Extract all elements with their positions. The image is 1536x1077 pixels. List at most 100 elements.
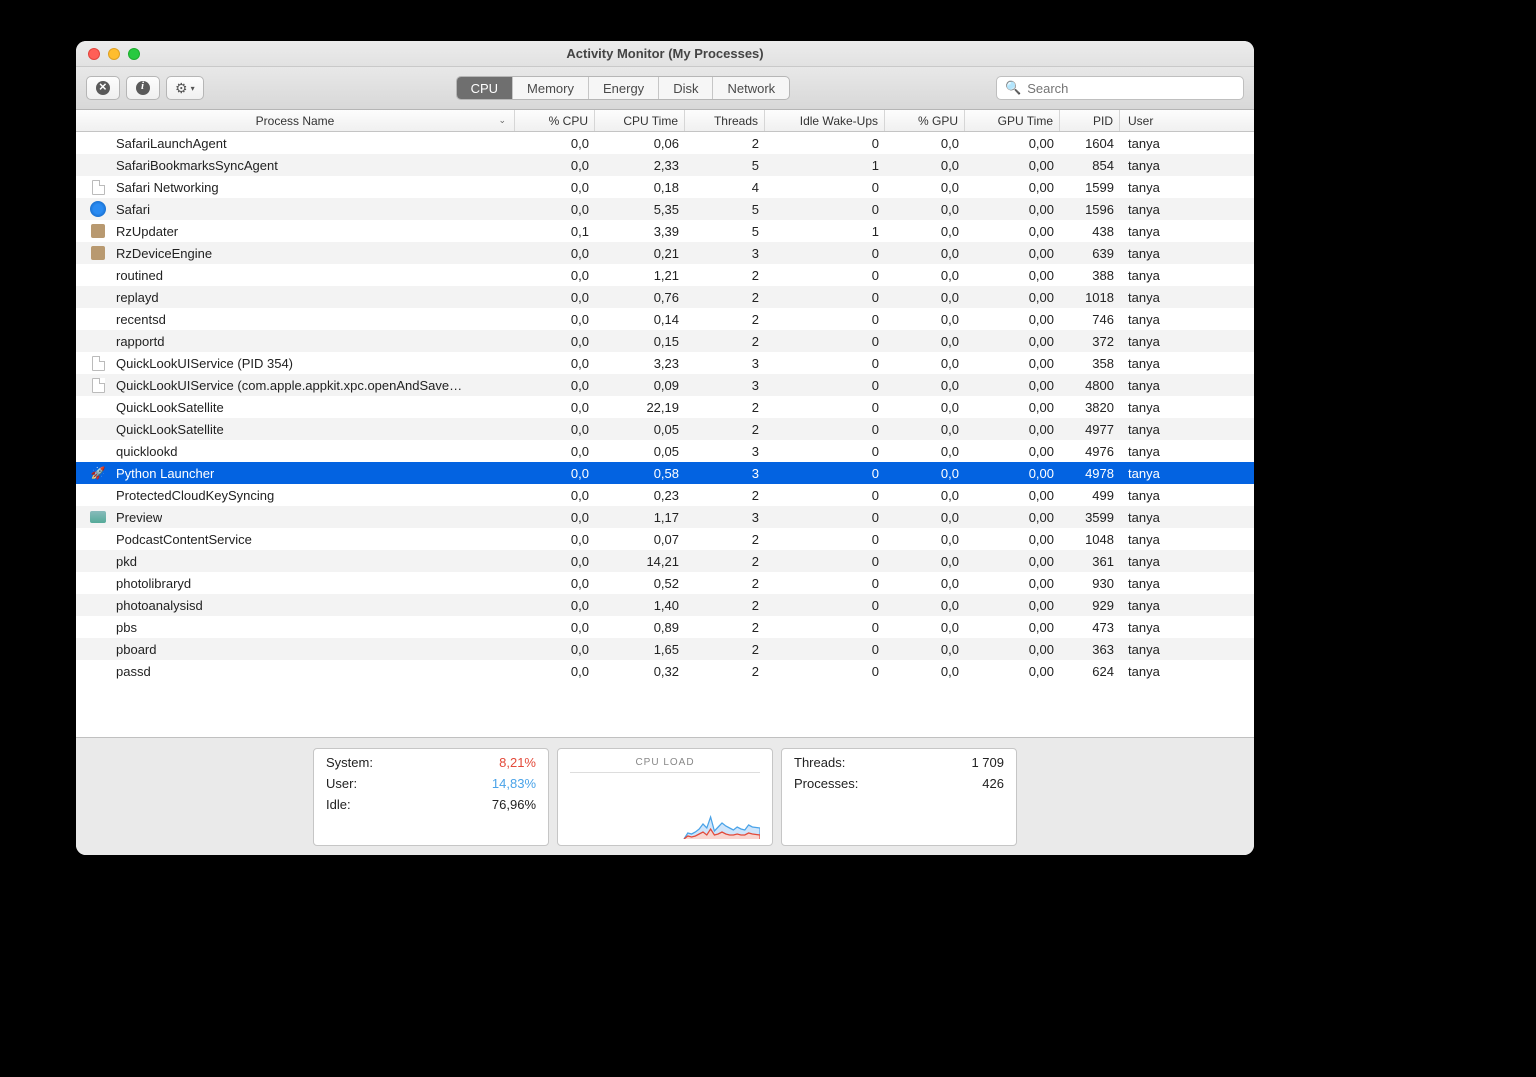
pid-cell: 929: [1060, 598, 1120, 613]
cpu-time-cell: 3,39: [595, 224, 685, 239]
inspect-process-button[interactable]: [126, 76, 160, 100]
process-name: QuickLookSatellite: [116, 422, 224, 437]
process-table[interactable]: SafariLaunchAgent0,00,06200,00,001604tan…: [76, 132, 1254, 737]
column-gpu-time[interactable]: GPU Time: [965, 110, 1060, 131]
cpu-time-cell: 3,23: [595, 356, 685, 371]
user-cell: tanya: [1120, 268, 1254, 283]
processes-value: 426: [982, 776, 1004, 791]
tab-energy[interactable]: Energy: [589, 77, 659, 99]
table-row[interactable]: QuickLookUIService (com.apple.appkit.xpc…: [76, 374, 1254, 396]
threads-cell: 3: [685, 246, 765, 261]
table-row[interactable]: RzUpdater0,13,39510,00,00438tanya: [76, 220, 1254, 242]
cpu-time-cell: 0,14: [595, 312, 685, 327]
pid-cell: 4976: [1060, 444, 1120, 459]
column-cpu-time[interactable]: CPU Time: [595, 110, 685, 131]
table-row[interactable]: 🚀Python Launcher0,00,58300,00,004978tany…: [76, 462, 1254, 484]
pid-cell: 4978: [1060, 466, 1120, 481]
pct-cpu-cell: 0,0: [515, 378, 595, 393]
user-cell: tanya: [1120, 290, 1254, 305]
search-input[interactable]: [1027, 81, 1235, 96]
pct-cpu-cell: 0,0: [515, 356, 595, 371]
wake-cell: 0: [765, 136, 885, 151]
process-name: SafariLaunchAgent: [116, 136, 227, 151]
table-row[interactable]: recentsd0,00,14200,00,00746tanya: [76, 308, 1254, 330]
threads-cell: 2: [685, 554, 765, 569]
threads-cell: 2: [685, 290, 765, 305]
info-icon: [136, 81, 150, 95]
process-name: photoanalysisd: [116, 598, 203, 613]
tab-memory[interactable]: Memory: [513, 77, 589, 99]
pct-cpu-cell: 0,0: [515, 246, 595, 261]
gpu-time-cell: 0,00: [965, 576, 1060, 591]
wake-cell: 0: [765, 400, 885, 415]
stop-process-button[interactable]: [86, 76, 120, 100]
column-pct-gpu[interactable]: % GPU: [885, 110, 965, 131]
table-row[interactable]: QuickLookSatellite0,022,19200,00,003820t…: [76, 396, 1254, 418]
gpu-time-cell: 0,00: [965, 334, 1060, 349]
table-row[interactable]: photolibraryd0,00,52200,00,00930tanya: [76, 572, 1254, 594]
tab-disk[interactable]: Disk: [659, 77, 713, 99]
wake-cell: 0: [765, 532, 885, 547]
table-row[interactable]: replayd0,00,76200,00,001018tanya: [76, 286, 1254, 308]
table-row[interactable]: ProtectedCloudKeySyncing0,00,23200,00,00…: [76, 484, 1254, 506]
table-row[interactable]: RzDeviceEngine0,00,21300,00,00639tanya: [76, 242, 1254, 264]
gpu-time-cell: 0,00: [965, 224, 1060, 239]
pct-gpu-cell: 0,0: [885, 246, 965, 261]
cpu-load-label: CPU LOAD: [570, 757, 760, 773]
column-process-name[interactable]: Process Name⌄: [76, 110, 515, 131]
cpu-time-cell: 0,15: [595, 334, 685, 349]
user-cell: tanya: [1120, 532, 1254, 547]
table-row[interactable]: rapportd0,00,15200,00,00372tanya: [76, 330, 1254, 352]
table-row[interactable]: QuickLookSatellite0,00,05200,00,004977ta…: [76, 418, 1254, 440]
user-cell: tanya: [1120, 598, 1254, 613]
threads-cell: 3: [685, 510, 765, 525]
cpu-time-cell: 0,52: [595, 576, 685, 591]
table-row[interactable]: Safari0,05,35500,00,001596tanya: [76, 198, 1254, 220]
search-field[interactable]: 🔍: [996, 76, 1244, 100]
pid-cell: 4800: [1060, 378, 1120, 393]
gpu-time-cell: 0,00: [965, 246, 1060, 261]
gpu-time-cell: 0,00: [965, 202, 1060, 217]
pid-cell: 1048: [1060, 532, 1120, 547]
column-user[interactable]: User: [1120, 110, 1254, 131]
column-threads[interactable]: Threads: [685, 110, 765, 131]
table-row[interactable]: routined0,01,21200,00,00388tanya: [76, 264, 1254, 286]
pct-cpu-cell: 0,0: [515, 664, 595, 679]
table-row[interactable]: Safari Networking0,00,18400,00,001599tan…: [76, 176, 1254, 198]
threads-cell: 2: [685, 664, 765, 679]
wake-cell: 0: [765, 246, 885, 261]
cpu-time-cell: 5,35: [595, 202, 685, 217]
user-cell: tanya: [1120, 356, 1254, 371]
system-value: 8,21%: [499, 755, 536, 770]
table-row[interactable]: SafariLaunchAgent0,00,06200,00,001604tan…: [76, 132, 1254, 154]
threads-cell: 2: [685, 576, 765, 591]
wake-cell: 0: [765, 180, 885, 195]
table-row[interactable]: pboard0,01,65200,00,00363tanya: [76, 638, 1254, 660]
pid-cell: 4977: [1060, 422, 1120, 437]
gpu-time-cell: 0,00: [965, 598, 1060, 613]
table-row[interactable]: QuickLookUIService (PID 354)0,03,23300,0…: [76, 352, 1254, 374]
process-name: RzDeviceEngine: [116, 246, 212, 261]
user-cell: tanya: [1120, 136, 1254, 151]
table-row[interactable]: passd0,00,32200,00,00624tanya: [76, 660, 1254, 682]
tab-network[interactable]: Network: [713, 77, 789, 99]
table-row[interactable]: pkd0,014,21200,00,00361tanya: [76, 550, 1254, 572]
pid-cell: 1604: [1060, 136, 1120, 151]
pct-gpu-cell: 0,0: [885, 290, 965, 305]
process-name: Safari Networking: [116, 180, 219, 195]
column-idle-wake-ups[interactable]: Idle Wake-Ups: [765, 110, 885, 131]
column-pct-cpu[interactable]: % CPU: [515, 110, 595, 131]
user-cell: tanya: [1120, 554, 1254, 569]
table-row[interactable]: quicklookd0,00,05300,00,004976tanya: [76, 440, 1254, 462]
options-button[interactable]: ▾: [166, 76, 204, 100]
table-row[interactable]: Preview0,01,17300,00,003599tanya: [76, 506, 1254, 528]
table-row[interactable]: SafariBookmarksSyncAgent0,02,33510,00,00…: [76, 154, 1254, 176]
table-row[interactable]: PodcastContentService0,00,07200,00,00104…: [76, 528, 1254, 550]
threads-value: 1 709: [971, 755, 1004, 770]
gpu-time-cell: 0,00: [965, 268, 1060, 283]
table-row[interactable]: photoanalysisd0,01,40200,00,00929tanya: [76, 594, 1254, 616]
pct-cpu-cell: 0,0: [515, 422, 595, 437]
table-row[interactable]: pbs0,00,89200,00,00473tanya: [76, 616, 1254, 638]
column-pid[interactable]: PID: [1060, 110, 1120, 131]
tab-cpu[interactable]: CPU: [457, 77, 513, 99]
